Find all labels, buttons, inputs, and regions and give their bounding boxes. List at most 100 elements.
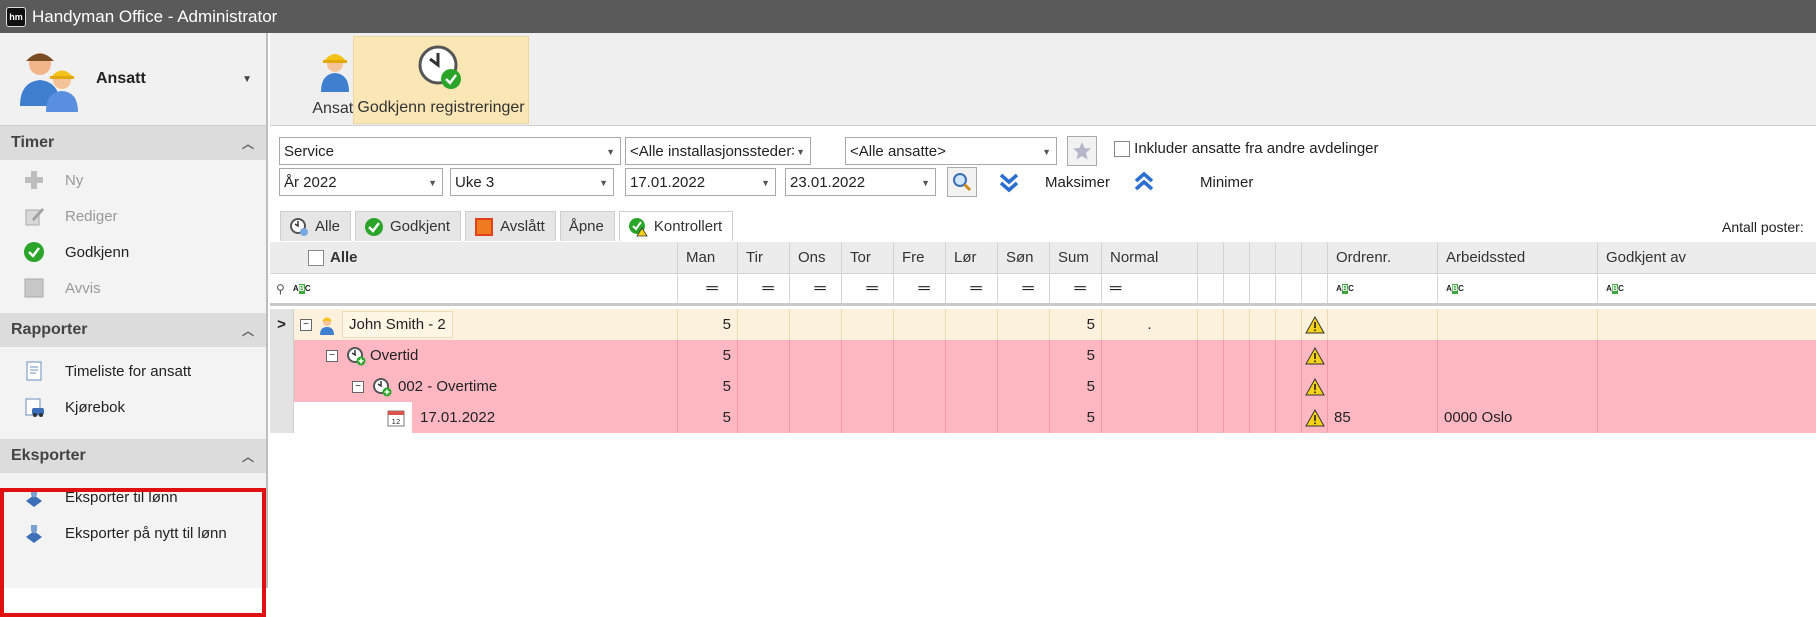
column-header[interactable]: Man <box>678 242 738 273</box>
ribbon-button-godkjenn-registreringer[interactable]: Godkjenn registreringer <box>353 36 529 124</box>
reject-icon <box>475 217 494 236</box>
section-header-rapporter[interactable]: Rapporter ︿ <box>0 313 266 347</box>
table-row[interactable]: > − John Smith - 2 5 5 . <box>270 309 1816 340</box>
cell-man: 5 <box>678 402 738 433</box>
filter-cell-name[interactable]: ⚲ ABC <box>270 274 678 303</box>
section-header-timer[interactable]: Timer ︿ <box>0 126 266 160</box>
equals-icon: ═ <box>866 279 877 297</box>
tab-alle[interactable]: Alle <box>280 211 352 241</box>
maximize-button[interactable]: Maksimer <box>1045 174 1110 191</box>
date-to-field[interactable]: 23.01.2022 ▼ <box>785 168 936 196</box>
filter-cell[interactable]: ABC <box>1438 274 1598 303</box>
filter-cell[interactable]: ABC <box>1328 274 1438 303</box>
highlight-box <box>0 488 266 617</box>
table-row[interactable]: − 002 - Overtime 5 5 <box>270 371 1816 402</box>
row-label-cell[interactable]: − Overtid <box>294 340 678 371</box>
tab-godkjent[interactable]: Godkjent <box>355 211 462 241</box>
column-header[interactable]: Lør <box>946 242 998 273</box>
row-indicator[interactable] <box>270 402 294 433</box>
cell-blank <box>1250 371 1276 402</box>
column-header[interactable]: Tir <box>738 242 790 273</box>
module-selector[interactable]: Ansatt ▼ <box>0 33 266 126</box>
column-header[interactable]: Søn <box>998 242 1050 273</box>
filter-cell[interactable]: ═ <box>998 274 1050 303</box>
double-chevron-up-icon[interactable] <box>1133 171 1155 197</box>
filter-cell[interactable]: ═ <box>842 274 894 303</box>
department-select[interactable]: Service ▼ <box>279 137 621 165</box>
filter-cell[interactable]: ═ <box>678 274 738 303</box>
nav-item-kjorebok[interactable]: Kjørebok <box>0 389 266 425</box>
filter-cell[interactable] <box>1198 274 1224 303</box>
column-header[interactable] <box>1224 242 1250 273</box>
chevron-up-icon[interactable]: ︿ <box>242 322 254 339</box>
check-icon <box>22 240 46 264</box>
nav-item-godkjenn[interactable]: Godkjenn <box>0 234 266 270</box>
column-header[interactable]: Godkjent av <box>1598 242 1816 273</box>
year-select[interactable]: År 2022 ▼ <box>279 168 443 196</box>
column-header[interactable]: Tor <box>842 242 894 273</box>
filter-cell[interactable]: ═ <box>1050 274 1102 303</box>
week-select[interactable]: Uke 3 ▼ <box>450 168 614 196</box>
select-all-header[interactable]: Alle <box>270 242 678 273</box>
nav-item-avvis[interactable]: Avvis <box>0 270 266 306</box>
select-all-checkbox[interactable] <box>308 249 324 266</box>
filter-cell[interactable] <box>1302 274 1328 303</box>
include-other-departments[interactable]: Inkluder ansatte fra andre avdelinger <box>1114 140 1379 158</box>
table-row[interactable]: − Overtid 5 5 <box>270 340 1816 371</box>
column-header[interactable]: Sum <box>1050 242 1102 273</box>
section-title: Eksporter <box>11 447 86 464</box>
chevron-up-icon[interactable]: ︿ <box>242 448 254 465</box>
row-label-cell[interactable]: 12 17.01.2022 <box>294 402 678 433</box>
nav-item-rediger[interactable]: Rediger <box>0 198 266 234</box>
column-header[interactable] <box>1276 242 1302 273</box>
employees-icon <box>20 53 78 112</box>
table-row[interactable]: 12 17.01.2022 5 5 85 0000 Oslo <box>270 402 1816 433</box>
search-button[interactable] <box>947 167 977 197</box>
filter-cell[interactable]: ═ <box>946 274 998 303</box>
column-header[interactable]: Ons <box>790 242 842 273</box>
include-other-checkbox[interactable] <box>1114 141 1130 158</box>
collapse-icon[interactable]: − <box>352 380 364 393</box>
column-header[interactable]: Ordrenr. <box>1328 242 1438 273</box>
column-header[interactable] <box>1302 242 1328 273</box>
favorite-button[interactable] <box>1067 136 1097 166</box>
nav-item-ny[interactable]: Ny <box>0 162 266 198</box>
column-header[interactable]: Normal <box>1102 242 1198 273</box>
filter-cell[interactable] <box>1276 274 1302 303</box>
filter-cell[interactable]: ═ <box>894 274 946 303</box>
section-title: Timer <box>11 134 55 151</box>
tab-apne[interactable]: Åpne <box>559 211 615 241</box>
minimize-button[interactable]: Minimer <box>1200 174 1253 191</box>
section-title: Rapporter <box>11 321 88 338</box>
nav-item-timeliste[interactable]: Timeliste for ansatt <box>0 353 266 389</box>
collapse-icon[interactable]: − <box>300 318 312 331</box>
filter-cell[interactable]: ═ <box>1102 274 1198 303</box>
column-header[interactable]: Arbeidssted <box>1438 242 1598 273</box>
column-header[interactable] <box>1250 242 1276 273</box>
cell-blank <box>1198 371 1224 402</box>
location-select[interactable]: <Alle installasjonssteder> ▼ <box>625 137 811 165</box>
caret-down-icon[interactable]: ▼ <box>242 74 252 85</box>
row-label-cell[interactable]: − 002 - Overtime <box>294 371 678 402</box>
tab-avslatt[interactable]: Avslått <box>465 211 556 241</box>
row-indicator[interactable] <box>270 340 294 371</box>
filter-cell[interactable] <box>1224 274 1250 303</box>
collapse-icon[interactable]: − <box>326 349 338 362</box>
date-from-field[interactable]: 17.01.2022 ▼ <box>625 168 776 196</box>
column-header[interactable] <box>1198 242 1224 273</box>
double-chevron-down-icon[interactable] <box>998 172 1020 198</box>
nav-item-label: Kjørebok <box>65 398 126 416</box>
row-indicator[interactable]: > <box>270 309 294 340</box>
employees-select[interactable]: <Alle ansatte> ▼ <box>845 137 1057 165</box>
filter-cell[interactable] <box>1250 274 1276 303</box>
row-label-cell[interactable]: − John Smith - 2 <box>294 309 678 340</box>
section-header-eksporter[interactable]: Eksporter ︿ <box>0 439 266 473</box>
cell-sum: 5 <box>1050 402 1102 433</box>
column-header[interactable]: Fre <box>894 242 946 273</box>
filter-cell[interactable]: ═ <box>790 274 842 303</box>
chevron-up-icon[interactable]: ︿ <box>242 135 254 152</box>
filter-cell[interactable]: ABC <box>1598 274 1816 303</box>
tab-kontrollert[interactable]: Kontrollert <box>618 211 734 241</box>
filter-cell[interactable]: ═ <box>738 274 790 303</box>
row-indicator[interactable] <box>270 371 294 402</box>
